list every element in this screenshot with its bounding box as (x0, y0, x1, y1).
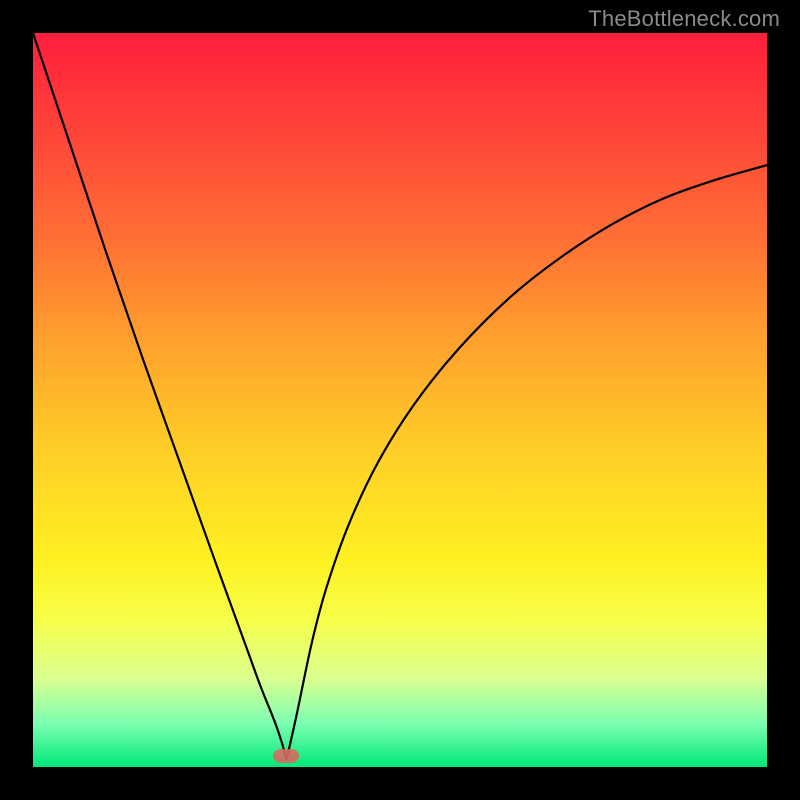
plot-area (33, 33, 767, 767)
watermark-text: TheBottleneck.com (588, 6, 780, 32)
outer-frame: TheBottleneck.com (0, 0, 800, 800)
bottleneck-curve (33, 33, 767, 767)
optimum-marker (273, 749, 299, 763)
